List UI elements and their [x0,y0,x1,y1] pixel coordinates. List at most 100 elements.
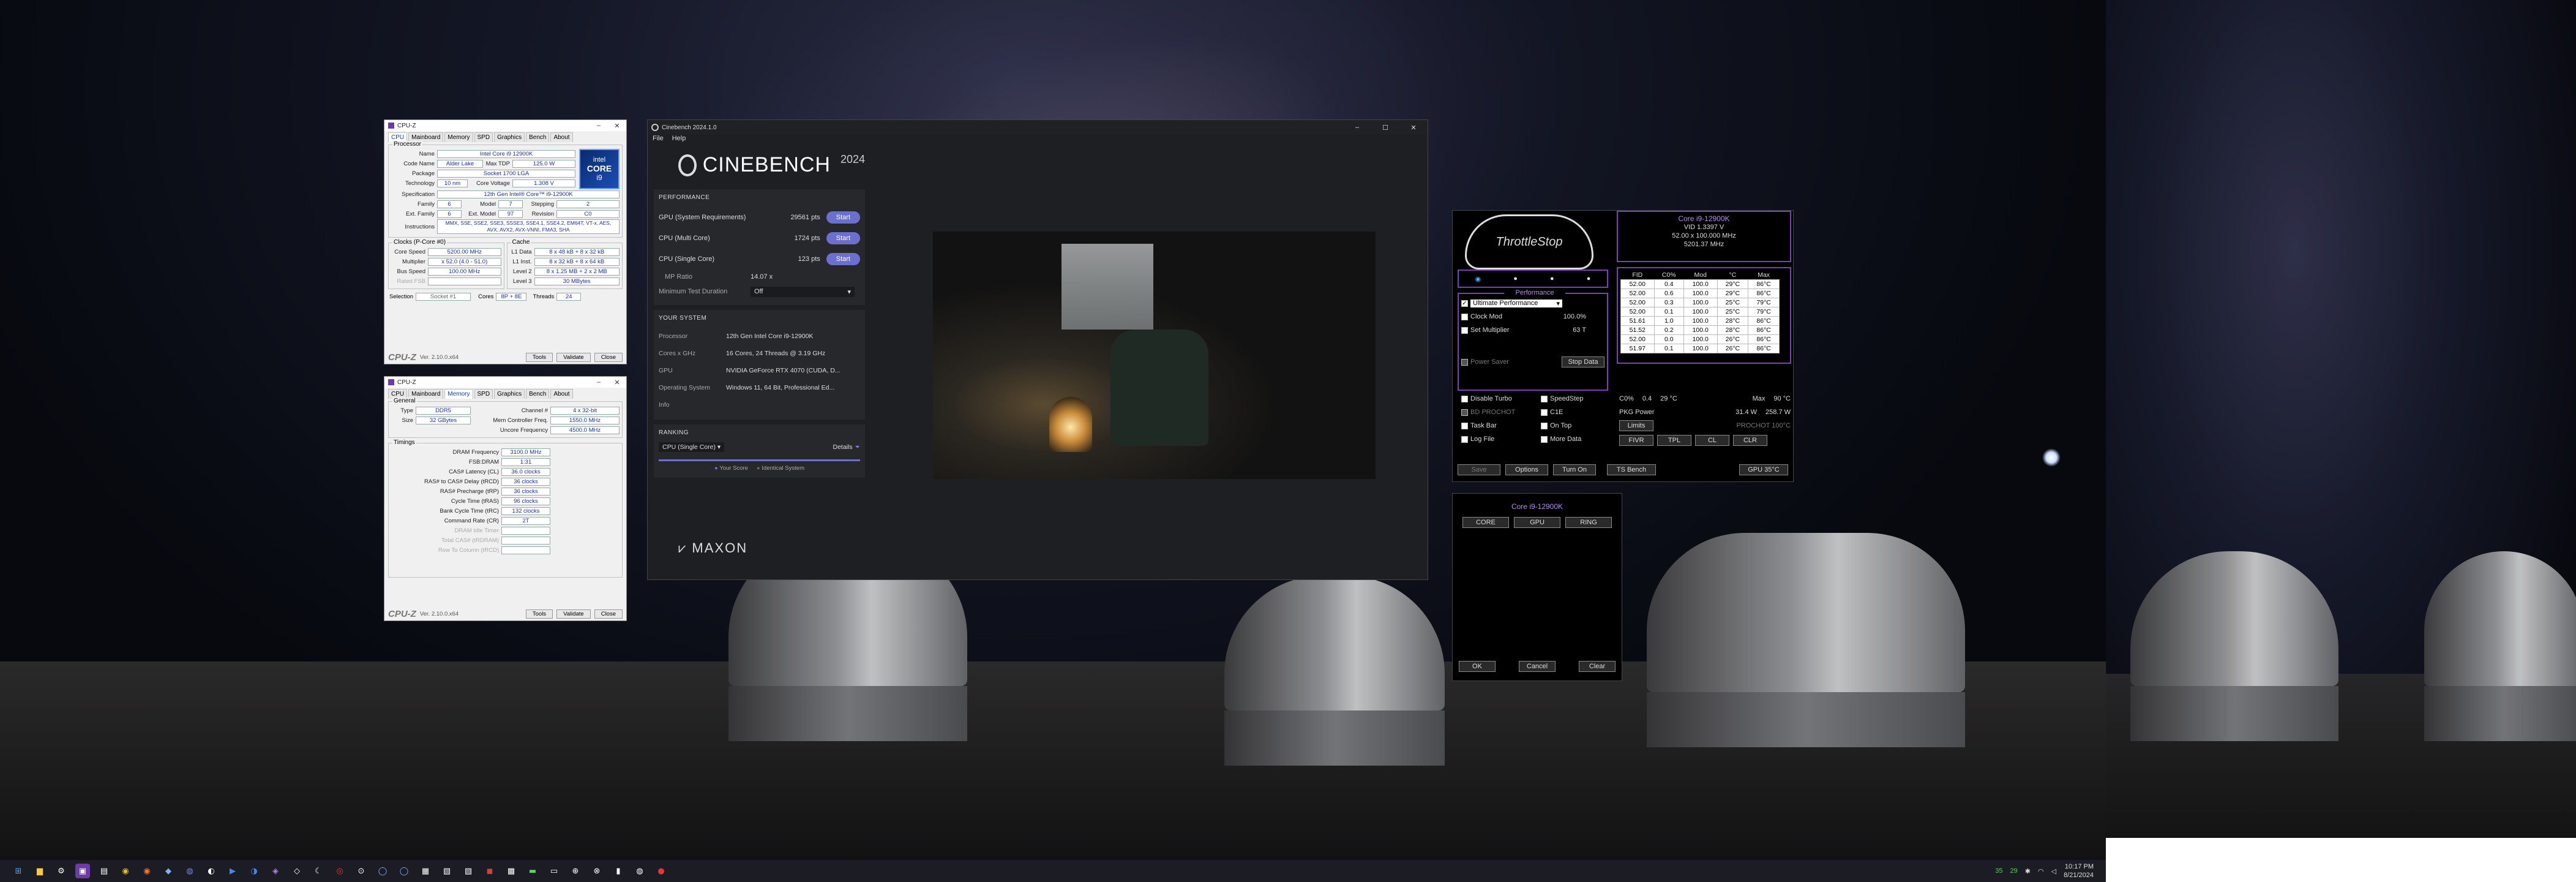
tab-bench[interactable]: Bench [526,389,550,399]
clr-button[interactable]: CLR [1733,435,1767,446]
save-button[interactable]: Save [1458,464,1500,475]
cpuz-window-cpu[interactable]: CPU-Z – ✕ CPU Mainboard Memory SPD Graphi… [384,119,627,364]
single-core-start-button[interactable]: Start [826,253,860,265]
wifi-icon[interactable]: ◠ [2038,867,2044,875]
close-icon[interactable]: ✕ [608,379,626,386]
clock-mod-checkbox[interactable] [1461,313,1468,320]
options-button[interactable]: Options [1505,464,1548,475]
more-data-checkbox[interactable] [1541,435,1548,443]
cinebench-window[interactable]: Cinebench 2024.1.0 – ☐ ✕ File Help CINEBEN… [647,119,1428,580]
app-icon[interactable]: ◈ [268,864,283,878]
profile-checkbox[interactable]: ✓ [1461,300,1468,307]
clear-button[interactable]: Clear [1579,661,1616,672]
bd-prochot-checkbox[interactable] [1461,409,1468,416]
clock[interactable]: 10:17 PM 8/21/2024 [2064,862,2094,880]
app-icon[interactable]: ▭ [547,864,561,878]
on-top-checkbox[interactable] [1541,422,1548,429]
tab-about[interactable]: About [550,132,573,142]
cl-button[interactable]: CL [1695,435,1729,446]
ring-button[interactable]: RING [1565,517,1612,528]
title-bar[interactable]: Cinebench 2024.1.0 – ☐ ✕ [648,120,1428,135]
settings-icon[interactable]: ⚙ [54,864,69,878]
discord-icon[interactable]: ◍ [182,864,197,878]
selection-dropdown[interactable]: Socket #1 [416,292,471,301]
tab-spd[interactable]: SPD [474,132,493,142]
multi-core-start-button[interactable]: Start [826,232,860,244]
minimize-icon[interactable]: – [590,379,608,386]
app-icon[interactable]: ▨ [461,864,476,878]
title-bar[interactable]: CPU-Z – ✕ [384,377,626,388]
ts-bench-button[interactable]: TS Bench [1607,464,1656,475]
throttlestop-taskbar-icon[interactable]: ● [654,864,668,878]
cinebench-taskbar-icon[interactable]: ◍ [632,864,647,878]
chrome-icon[interactable]: ◉ [118,864,133,878]
tab-spd[interactable]: SPD [474,389,493,399]
maximize-icon[interactable]: ☐ [1371,124,1399,132]
stop-data-button[interactable]: Stop Data [1562,356,1604,368]
set-multiplier-checkbox[interactable] [1461,326,1468,334]
app-icon[interactable]: ▦ [418,864,433,878]
throttlestop-secondary-window[interactable]: Core i9-12900K CORE GPU RING OK Cancel C… [1452,493,1622,681]
app-icon[interactable]: ▩ [504,864,519,878]
speedstep-checkbox[interactable] [1541,395,1548,402]
tab-graphics[interactable]: Graphics [494,389,525,399]
app-icon[interactable]: ▬ [525,864,540,878]
profile-radio-2[interactable]: ● [1513,275,1518,282]
fivr-button[interactable]: FIVR [1619,435,1653,446]
minimize-icon[interactable]: – [590,122,608,130]
limits-button[interactable]: Limits [1619,420,1653,431]
bluetooth-icon[interactable]: ✱ [2025,867,2031,875]
app-icon[interactable]: ⊕ [568,864,583,878]
tools-button[interactable]: Tools [525,352,553,362]
c1e-checkbox[interactable] [1541,409,1548,416]
app-icon[interactable]: ◼ [482,864,497,878]
app-icon[interactable]: ▶ [225,864,240,878]
tpl-button[interactable]: TPL [1657,435,1691,446]
cpuz-taskbar-icon[interactable]: ▣ [75,864,90,878]
menu-help[interactable]: Help [672,135,686,146]
app-icon[interactable]: ⊙ [354,864,369,878]
ranking-select[interactable]: CPU (Single Core) ▾ [659,442,725,452]
core-button[interactable]: CORE [1462,517,1509,528]
app-icon[interactable]: ▮ [611,864,626,878]
tools-button[interactable]: Tools [525,609,553,619]
power-saver-checkbox[interactable] [1461,358,1468,366]
minimize-icon[interactable]: – [1343,124,1371,132]
duration-select[interactable]: Off ▾ [751,286,855,297]
file-explorer-icon[interactable]: ▆ [32,864,47,878]
close-icon[interactable]: ✕ [1399,124,1428,132]
close-button[interactable]: Close [594,609,623,619]
close-icon[interactable]: ✕ [608,122,626,130]
cancel-button[interactable]: Cancel [1519,661,1556,672]
validate-button[interactable]: Validate [556,609,591,619]
task-bar-checkbox[interactable] [1461,422,1468,429]
tab-memory[interactable]: Memory [444,389,473,399]
app-icon[interactable]: ☾ [311,864,326,878]
profile-radio-3[interactable]: ● [1550,275,1554,282]
menu-file[interactable]: File [653,135,664,146]
gpu-start-button[interactable]: Start [826,211,860,224]
app-icon[interactable]: ◆ [161,864,176,878]
log-file-checkbox[interactable] [1461,435,1468,443]
tab-about[interactable]: About [550,389,573,399]
cpuz-window-memory[interactable]: CPU-Z – ✕ CPU Mainboard Memory SPD Graphi… [384,376,627,621]
gpu-temp-button[interactable]: GPU 35°C [1739,464,1788,475]
app-icon[interactable]: ◯ [397,864,411,878]
store-icon[interactable]: ▤ [97,864,111,878]
gpu-button[interactable]: GPU [1514,517,1560,528]
app-icon[interactable]: ⊗ [590,864,604,878]
throttlestop-window[interactable]: ThrottleStop Core i9-12900K VID 1.3397 V… [1452,210,1794,482]
profile-selector[interactable]: ◉ ● ● ● [1458,270,1608,288]
start-icon[interactable]: ⊞ [11,864,26,878]
volume-icon[interactable]: ◁ [2051,867,2056,875]
tab-bench[interactable]: Bench [526,132,550,142]
app-icon[interactable]: ◎ [332,864,347,878]
filter-icon[interactable]: ⏷ [855,443,860,451]
profile-select[interactable]: Ultimate Performance ▾ [1470,299,1562,307]
title-bar[interactable]: CPU-Z – ✕ [384,120,626,131]
steam-icon[interactable]: ◐ [204,864,219,878]
tab-memory[interactable]: Memory [444,132,473,142]
turn-on-button[interactable]: Turn On [1553,464,1596,475]
app-icon[interactable]: ◯ [375,864,390,878]
validate-button[interactable]: Validate [556,352,591,362]
